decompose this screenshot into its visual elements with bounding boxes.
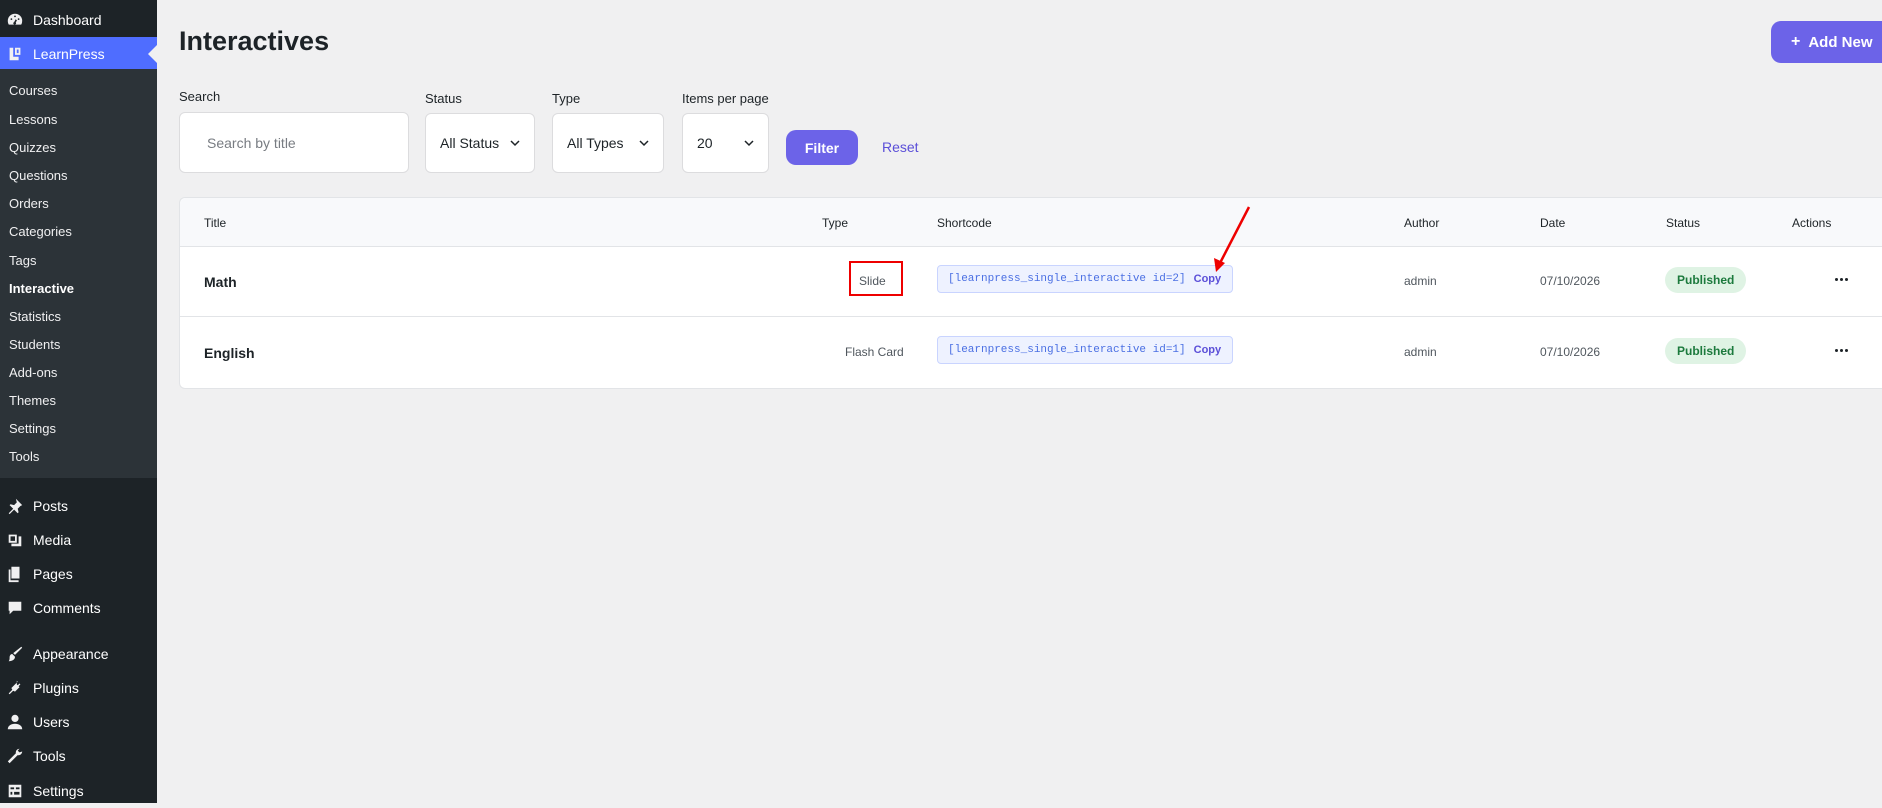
menu-label: Tools bbox=[33, 748, 66, 764]
shortcode-text: [learnpress_single_interactive id=2] bbox=[948, 273, 1186, 285]
menu-appearance[interactable]: Appearance bbox=[0, 637, 157, 671]
menu-tools[interactable]: Tools bbox=[0, 739, 157, 773]
menu-label: Plugins bbox=[33, 680, 79, 696]
menu-label: Users bbox=[33, 714, 70, 730]
chevron-down-icon bbox=[744, 140, 754, 147]
items-per-page-select[interactable]: 20 bbox=[682, 113, 769, 173]
interactives-table: Title Type Shortcode Author Date Status … bbox=[179, 197, 1882, 389]
menu-label: Media bbox=[33, 532, 72, 548]
status-select-value: All Status bbox=[440, 135, 500, 151]
header-title: Title bbox=[204, 216, 227, 230]
header-date: Date bbox=[1540, 216, 1566, 230]
row-author: admin bbox=[1404, 274, 1437, 288]
menu-label: Posts bbox=[33, 498, 69, 514]
menu-label: Pages bbox=[33, 566, 73, 582]
settings-icon bbox=[6, 782, 24, 800]
page-title: Interactives bbox=[179, 26, 330, 56]
menu-pages[interactable]: Pages bbox=[0, 557, 157, 591]
submenu-quizzes[interactable]: Quizzes bbox=[9, 140, 56, 155]
filter-button[interactable]: Filter bbox=[786, 130, 858, 165]
header-type: Type bbox=[822, 216, 849, 230]
menu-plugins[interactable]: Plugins bbox=[0, 671, 157, 705]
submenu-orders[interactable]: Orders bbox=[9, 196, 49, 211]
items-per-page-value: 20 bbox=[697, 135, 713, 151]
type-label: Type bbox=[552, 91, 581, 106]
header-shortcode: Shortcode bbox=[937, 216, 992, 230]
more-actions-icon[interactable] bbox=[1831, 340, 1851, 360]
chevron-down-icon bbox=[639, 140, 649, 147]
shortcode-box: [learnpress_single_interactive id=1] Cop… bbox=[937, 336, 1233, 364]
row-title[interactable]: Math bbox=[204, 274, 237, 290]
table-header: Title Type Shortcode Author Date Status … bbox=[180, 198, 1882, 247]
table-row: Math Slide [learnpress_single_interactiv… bbox=[180, 247, 1882, 317]
learnpress-submenu: Courses Lessons Quizzes Questions Orders… bbox=[0, 69, 157, 478]
brush-icon bbox=[6, 645, 24, 663]
menu-label: Comments bbox=[33, 600, 101, 616]
reset-link[interactable]: Reset bbox=[882, 139, 919, 155]
submenu-courses[interactable]: Courses bbox=[9, 83, 57, 98]
add-new-button[interactable]: + Add New bbox=[1771, 21, 1882, 63]
items-per-page-label: Items per page bbox=[682, 91, 769, 106]
submenu-tags[interactable]: Tags bbox=[9, 253, 36, 268]
status-badge: Published bbox=[1665, 338, 1747, 364]
submenu-interactive[interactable]: Interactive bbox=[9, 281, 74, 296]
submenu-lessons[interactable]: Lessons bbox=[9, 112, 57, 127]
menu-media[interactable]: Media bbox=[0, 523, 157, 557]
search-field[interactable] bbox=[179, 112, 409, 173]
header-status: Status bbox=[1666, 216, 1701, 230]
search-input[interactable] bbox=[180, 134, 408, 151]
row-title[interactable]: English bbox=[204, 345, 255, 361]
submenu-statistics[interactable]: Statistics bbox=[9, 309, 61, 324]
submenu-add-ons[interactable]: Add-ons bbox=[9, 365, 57, 380]
main-content: Interactives + Add New Search Status All… bbox=[157, 0, 1882, 803]
shortcode-text: [learnpress_single_interactive id=1] bbox=[948, 344, 1186, 356]
menu-comments[interactable]: Comments bbox=[0, 591, 157, 625]
comment-icon bbox=[6, 599, 24, 617]
row-author: admin bbox=[1404, 345, 1437, 359]
menu-dashboard[interactable]: Dashboard bbox=[0, 3, 157, 37]
plug-icon bbox=[6, 679, 24, 697]
submenu-categories[interactable]: Categories bbox=[9, 224, 72, 239]
submenu-questions[interactable]: Questions bbox=[9, 168, 68, 183]
row-type: Slide bbox=[859, 274, 886, 288]
submenu-tools[interactable]: Tools bbox=[9, 449, 39, 464]
media-icon bbox=[6, 531, 24, 549]
status-badge: Published bbox=[1665, 267, 1747, 293]
submenu-themes[interactable]: Themes bbox=[9, 393, 56, 408]
submenu-settings[interactable]: Settings bbox=[9, 421, 56, 436]
type-select[interactable]: All Types bbox=[552, 113, 664, 173]
menu-posts[interactable]: Posts bbox=[0, 489, 157, 523]
pages-icon bbox=[6, 565, 24, 583]
status-label: Status bbox=[425, 91, 462, 106]
more-actions-icon[interactable] bbox=[1831, 269, 1851, 289]
dashboard-icon bbox=[6, 11, 24, 29]
copy-button[interactable]: Copy bbox=[1194, 273, 1222, 285]
shortcode-box: [learnpress_single_interactive id=2] Cop… bbox=[937, 265, 1233, 293]
menu-label: LearnPress bbox=[33, 46, 105, 62]
status-select[interactable]: All Status bbox=[425, 113, 535, 173]
chevron-down-icon bbox=[510, 140, 520, 147]
row-type: Flash Card bbox=[845, 345, 904, 359]
menu-learnpress[interactable]: LearnPress bbox=[0, 37, 157, 71]
menu-label: Settings bbox=[33, 783, 84, 799]
type-select-value: All Types bbox=[567, 135, 624, 151]
table-row: English Flash Card [learnpress_single_in… bbox=[180, 318, 1882, 388]
menu-label: Dashboard bbox=[33, 12, 102, 28]
pin-icon bbox=[6, 497, 24, 515]
row-date: 07/10/2026 bbox=[1540, 274, 1601, 288]
menu-label: Appearance bbox=[33, 646, 109, 662]
search-label: Search bbox=[179, 89, 221, 104]
user-icon bbox=[6, 713, 24, 731]
add-new-label: Add New bbox=[1808, 33, 1873, 51]
submenu-students[interactable]: Students bbox=[9, 337, 60, 352]
plus-icon: + bbox=[1791, 33, 1801, 50]
row-date: 07/10/2026 bbox=[1540, 345, 1601, 359]
copy-button[interactable]: Copy bbox=[1194, 344, 1222, 356]
admin-sidebar: Dashboard LearnPress Courses Lessons Qui… bbox=[0, 0, 157, 803]
wrench-icon bbox=[6, 747, 24, 765]
menu-users[interactable]: Users bbox=[0, 705, 157, 739]
learnpress-icon bbox=[6, 45, 24, 63]
header-author: Author bbox=[1404, 216, 1440, 230]
header-actions: Actions bbox=[1792, 216, 1832, 230]
